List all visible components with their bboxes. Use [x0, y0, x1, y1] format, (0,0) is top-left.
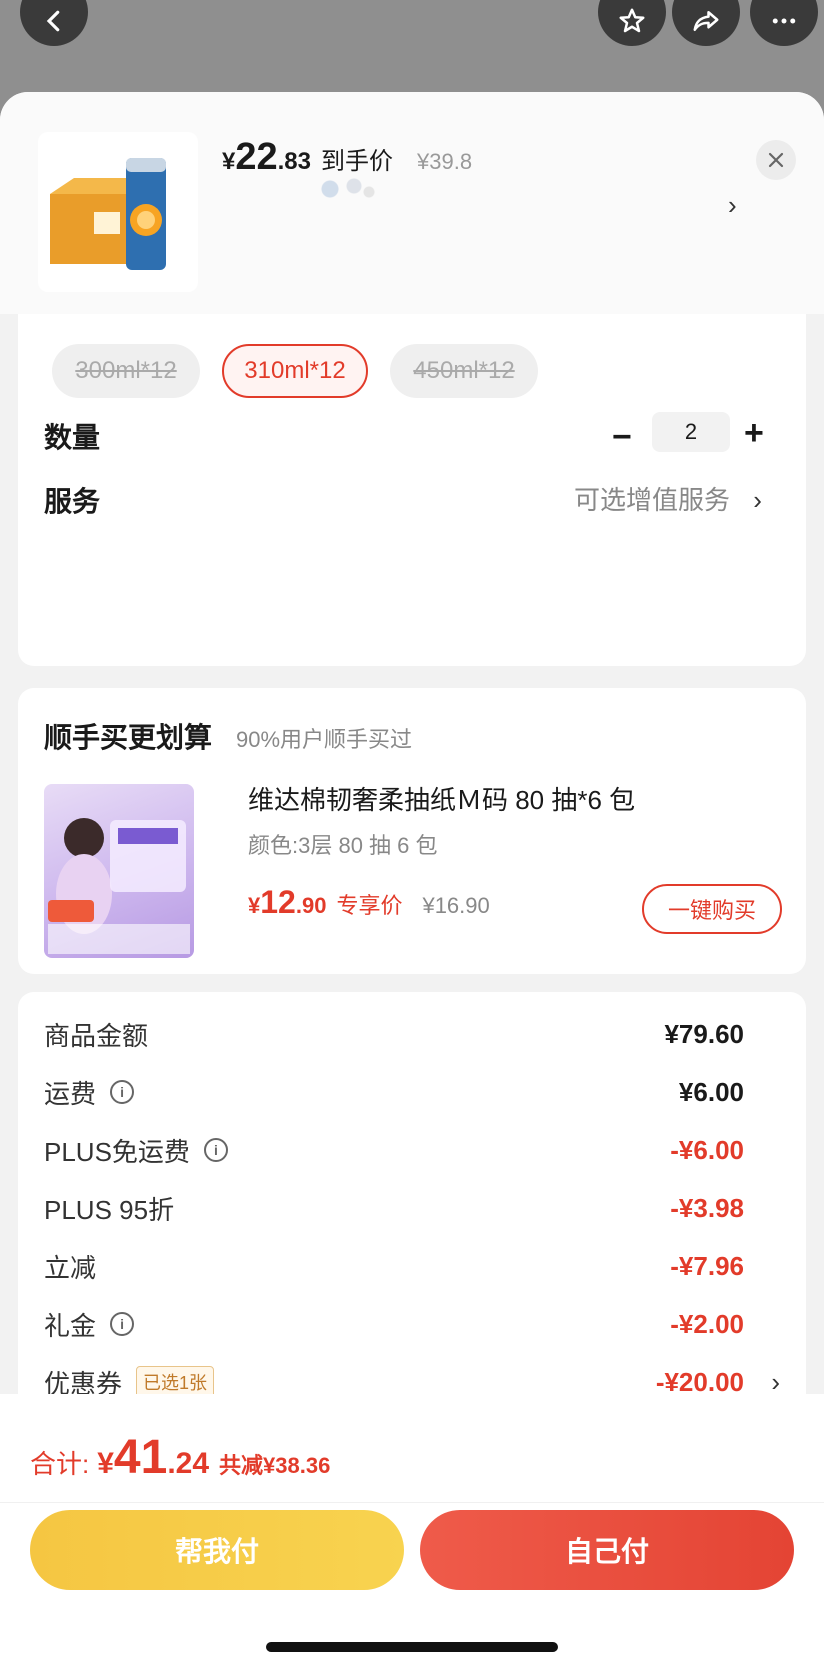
total-symbol: ¥: [97, 1447, 114, 1480]
summary-row: 运费 i ¥6.00: [44, 1072, 784, 1112]
product-price: ¥ 22 .83 到手价 ¥39.8: [222, 136, 472, 179]
spec-option-300ml[interactable]: 300ml*12: [52, 344, 200, 398]
addon-title: 顺手买更划算: [44, 722, 213, 753]
summary-row: 商品金额 ¥79.60: [44, 1014, 784, 1054]
spec-card: 300ml*12 310ml*12 450ml*12 数量 − 2 + 服务 可…: [18, 314, 806, 666]
summary-row: PLUS 95折 -¥3.98: [44, 1188, 784, 1228]
share-icon: [693, 11, 719, 31]
price-symbol: ¥: [222, 148, 236, 175]
home-indicator: [266, 1642, 558, 1652]
summary-label: PLUS 95折: [44, 1194, 175, 1225]
quantity-decrease-button[interactable]: −: [612, 418, 632, 457]
product-header: ¥ 22 .83 到手价 ¥39.8 ›: [0, 92, 824, 314]
info-icon[interactable]: i: [203, 1138, 228, 1162]
quantity-label: 数量: [44, 422, 101, 453]
price-decimal: .83: [277, 148, 312, 175]
more-dots-icon: [772, 18, 796, 24]
addon-card: 顺手买更划算 90%用户顺手买过 维达棉韧奢柔抽纸Ｍ码 80 抽*6 包 颜色:…: [18, 688, 806, 974]
checkout-footer: 合计: ¥ 41 .24 共减¥38.36 帮我付 自己付: [0, 1394, 824, 1668]
service-label: 服务: [44, 486, 101, 517]
favorite-button[interactable]: [598, 0, 666, 46]
blurred-text: [318, 174, 378, 204]
chevron-right-icon: ›: [753, 485, 762, 515]
self-pay-button[interactable]: 自己付: [420, 1510, 794, 1590]
service-value: 可选增值服务: [574, 485, 731, 515]
summary-row: PLUS免运费 i -¥6.00: [44, 1130, 784, 1170]
service-selector[interactable]: 可选增值服务 ›: [574, 480, 762, 517]
addon-product-image[interactable]: [44, 784, 194, 958]
summary-label: 礼金: [44, 1310, 97, 1341]
summary-label: 立减: [44, 1252, 97, 1283]
divider: [0, 1502, 824, 1503]
summary-row: 礼金 i -¥2.00: [44, 1304, 784, 1344]
close-button[interactable]: [756, 140, 796, 180]
addon-original-price: ¥16.90: [422, 893, 490, 918]
addon-price-decimal: .90: [295, 893, 327, 918]
order-total: 合计: ¥ 41 .24 共减¥38.36: [30, 1430, 330, 1485]
summary-label: 商品金额: [44, 1020, 149, 1051]
summary-value: ¥6.00: [678, 1076, 744, 1107]
summary-value: ¥79.60: [664, 1018, 744, 1049]
total-saved: 共减¥38.36: [219, 1453, 331, 1478]
chevron-left-icon: [46, 10, 60, 32]
addon-product-name[interactable]: 维达棉韧奢柔抽纸Ｍ码 80 抽*6 包: [248, 780, 635, 817]
total-label: 合计:: [30, 1449, 90, 1479]
one-click-buy-button[interactable]: 一键购买: [642, 884, 782, 934]
original-price: ¥39.8: [417, 149, 473, 174]
info-icon[interactable]: i: [110, 1080, 135, 1104]
quantity-input[interactable]: 2: [652, 412, 730, 452]
info-icon[interactable]: i: [110, 1312, 135, 1336]
total-decimal: .24: [167, 1447, 210, 1480]
addon-price-symbol: ¥: [248, 893, 261, 918]
summary-value: -¥3.98: [670, 1192, 744, 1223]
summary-value: -¥7.96: [670, 1250, 744, 1281]
quantity-increase-button[interactable]: +: [744, 414, 764, 453]
close-icon: [768, 152, 784, 168]
product-image: [38, 132, 198, 292]
star-icon: [619, 8, 645, 33]
addon-price: ¥ 12 .90 专享价 ¥16.90: [248, 884, 490, 921]
back-button[interactable]: [20, 0, 88, 46]
addon-price-tag: 专享价: [336, 893, 403, 918]
help-pay-button[interactable]: 帮我付: [30, 1510, 404, 1590]
addon-subtitle: 90%用户顺手买过: [236, 727, 413, 752]
summary-value: -¥20.00: [655, 1366, 744, 1397]
total-integer: 41: [113, 1431, 168, 1484]
summary-row: 立减 -¥7.96: [44, 1246, 784, 1286]
summary-label: PLUS免运费: [44, 1136, 190, 1167]
summary-value: -¥2.00: [670, 1308, 744, 1339]
summary-label: 运费: [44, 1078, 97, 1109]
price-integer: 22: [235, 136, 278, 178]
chevron-right-icon: ›: [771, 1366, 780, 1397]
addon-price-integer: 12: [260, 884, 296, 920]
more-button[interactable]: [750, 0, 818, 46]
summary-value: -¥6.00: [670, 1134, 744, 1165]
spec-option-310ml[interactable]: 310ml*12: [222, 344, 368, 398]
price-tag: 到手价: [321, 148, 394, 175]
share-button[interactable]: [672, 0, 740, 46]
spec-option-450ml[interactable]: 450ml*12: [390, 344, 538, 398]
addon-product-spec: 颜色:3层 80 抽 6 包: [248, 833, 438, 858]
chevron-right-icon[interactable]: ›: [728, 190, 737, 221]
